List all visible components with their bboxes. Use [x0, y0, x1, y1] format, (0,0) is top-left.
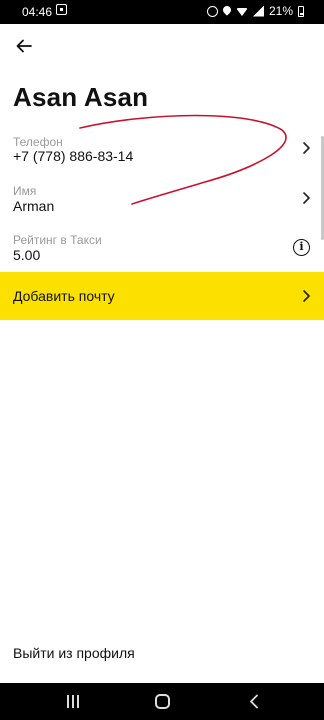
phone-value: +7 (778) 886-83-14	[13, 148, 134, 164]
arrow-left-icon	[16, 39, 32, 53]
back-button[interactable]	[10, 34, 38, 58]
status-time: 04:46	[22, 5, 53, 19]
profile-name: Asan Asan	[13, 82, 149, 112]
signal-icon	[252, 5, 264, 17]
rating-label: Рейтинг в Такси	[13, 233, 102, 247]
rating-value: 5.00	[13, 247, 41, 263]
wifi-icon	[235, 8, 248, 16]
phone-label: Телефон	[13, 135, 63, 149]
system-nav-bar	[0, 683, 324, 720]
name-value: Arman	[13, 198, 55, 214]
alarm-icon	[206, 5, 218, 17]
add-email-button[interactable]: Добавить почту	[0, 272, 324, 320]
location-icon	[223, 6, 231, 17]
home-icon[interactable]	[155, 694, 170, 709]
status-icons: 21%	[206, 4, 304, 18]
chevron-right-icon	[301, 141, 311, 155]
status-bar: 04:46 21%	[0, 0, 324, 24]
battery-icon	[298, 5, 304, 17]
battery-percent: 21%	[268, 4, 293, 18]
phone-row[interactable]: Телефон +7 (778) 886-83-14	[0, 128, 324, 174]
name-label: Имя	[13, 184, 37, 198]
add-email-label: Добавить почту	[13, 288, 115, 304]
profile-screen: 04:46 21% Asan Asan Телефон +7 (778) 886…	[0, 0, 324, 720]
back-icon[interactable]	[248, 694, 260, 709]
name-row[interactable]: Имя Arman	[0, 178, 324, 224]
info-icon[interactable]: i	[293, 239, 310, 256]
media-icon	[56, 4, 67, 15]
recents-icon[interactable]	[67, 695, 79, 709]
logout-button[interactable]: Выйти из профиля	[13, 645, 135, 661]
rating-row: Рейтинг в Такси 5.00 i	[0, 228, 324, 268]
chevron-right-icon	[301, 289, 311, 303]
chevron-right-icon	[301, 191, 311, 205]
